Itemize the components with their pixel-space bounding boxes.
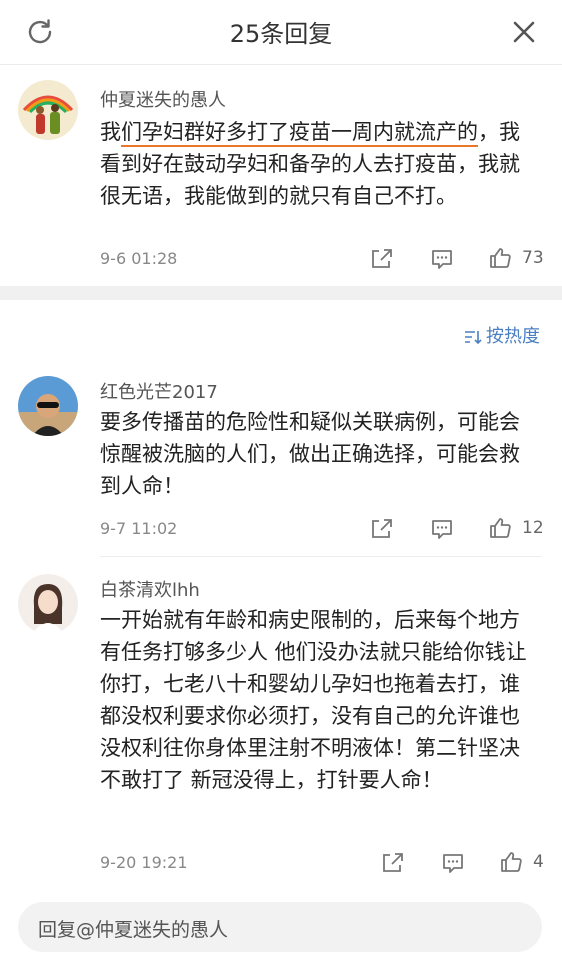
like-icon[interactable] <box>488 246 512 270</box>
reply-item: 白茶清欢lhh 一开始就有年龄和病史限制的，后来每个地方有任务打够多少人 他们没… <box>0 562 562 892</box>
like-icon[interactable] <box>499 850 523 874</box>
page-title: 25条回复 <box>229 20 333 48</box>
like-count: 12 <box>522 518 544 538</box>
main-comment: 仲夏迷失的愚人 我们孕妇群好多打了疫苗一周内就流产的，我看到好在鼓动孕妇和备孕的… <box>0 64 562 286</box>
share-icon[interactable] <box>370 517 394 541</box>
like-count: 73 <box>522 248 544 268</box>
comment-icon[interactable] <box>430 517 454 541</box>
comment-author[interactable]: 仲夏迷失的愚人 <box>100 86 226 112</box>
avatar[interactable] <box>18 80 78 140</box>
comment-author[interactable]: 白茶清欢lhh <box>100 576 200 602</box>
share-icon[interactable] <box>381 851 405 875</box>
close-icon[interactable] <box>508 16 540 48</box>
comment-text: 要多传播苗的危险性和疑似关联病例，可能会惊醒被洗脑的人们，做出正确选择，可能会救… <box>100 410 520 498</box>
comment-author[interactable]: 红色光芒2017 <box>100 378 218 404</box>
highlighted-text: 们孕妇群好多打了疫苗一周内就流产的 <box>121 120 478 147</box>
avatar[interactable] <box>18 574 78 634</box>
sort-label: 按热度 <box>486 326 540 347</box>
sort-icon <box>465 331 482 345</box>
comment-icon[interactable] <box>430 247 454 271</box>
divider <box>100 556 542 557</box>
reply-item: 红色光芒2017 要多传播苗的危险性和疑似关联病例，可能会惊醒被洗脑的人们，做出… <box>0 362 562 552</box>
comment-time: 9-20 19:21 <box>100 853 188 872</box>
comment-icon[interactable] <box>441 851 465 875</box>
comment-time: 9-6 01:28 <box>100 249 178 268</box>
avatar[interactable] <box>18 376 78 436</box>
comment-text: 一开始就有年龄和病史限制的，后来每个地方有任务打够多少人 他们没办法就只能给你钱… <box>100 608 527 792</box>
comment-time: 9-7 11:02 <box>100 519 178 538</box>
like-count: 4 <box>533 852 544 872</box>
sort-button[interactable]: 按热度 <box>464 322 540 348</box>
share-icon[interactable] <box>370 247 394 271</box>
header-bar: 25条回复 <box>0 0 562 65</box>
section-divider <box>0 286 562 300</box>
reply-placeholder: 回复@仲夏迷失的愚人 <box>38 919 229 941</box>
reply-input[interactable]: 回复@仲夏迷失的愚人 <box>18 902 542 952</box>
like-icon[interactable] <box>488 516 512 540</box>
comment-text: 我们孕妇群好多打了疫苗一周内就流产的，我看到好在鼓动孕妇和备孕的人去打疫苗，我就… <box>100 120 520 208</box>
